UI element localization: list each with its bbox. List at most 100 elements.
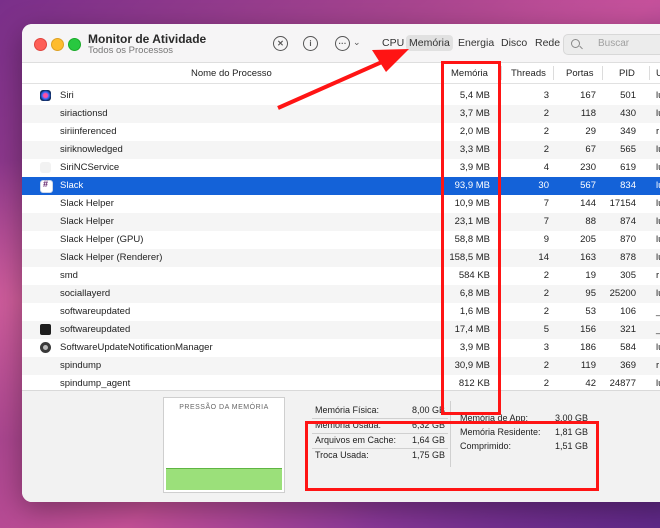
process-name: sociallayerd <box>60 288 111 299</box>
table-row[interactable]: Slack93,9 MB30567834lu <box>22 177 660 195</box>
process-user: r <box>656 360 660 371</box>
process-ports: 19 <box>585 270 596 281</box>
process-ports: 144 <box>580 198 596 209</box>
col-header-user[interactable]: U <box>656 68 660 79</box>
process-ports: 53 <box>585 306 596 317</box>
tab-memoria[interactable]: Memória <box>406 35 453 51</box>
process-threads: 4 <box>543 162 549 173</box>
process-pid: 349 <box>620 126 636 137</box>
table-row[interactable]: softwareupdated17,4 MB5156321_ <box>22 321 660 339</box>
process-threads: 2 <box>543 288 549 299</box>
process-user: lu <box>656 288 660 299</box>
stat-label: Memória Física: <box>315 405 380 415</box>
process-ports: 163 <box>580 252 596 263</box>
table-row[interactable]: spindump 30,9 MB 2 119 369 r <box>22 357 660 375</box>
col-header-name[interactable]: Nome do Processo <box>191 68 272 79</box>
column-divider[interactable] <box>602 66 603 80</box>
zoom-window-button[interactable] <box>68 38 81 51</box>
process-threads: 9 <box>543 234 549 245</box>
process-ports: 230 <box>580 162 596 173</box>
table-row[interactable]: siriinferenced 2,0 MB 2 29 349 r <box>22 123 660 141</box>
tab-rede[interactable]: Rede <box>535 37 560 49</box>
process-threads: 2 <box>543 108 549 119</box>
column-divider[interactable] <box>649 66 650 80</box>
table-row[interactable]: SiriNCService3,9 MB4230619lu <box>22 159 660 177</box>
process-table: Siri5,4 MB3167501lusiriactionsd3,7 MB211… <box>22 87 660 411</box>
table-row[interactable]: Siri5,4 MB3167501lu <box>22 87 660 105</box>
process-threads: 14 <box>538 252 549 263</box>
search-input[interactable]: Buscar <box>563 34 660 55</box>
process-threads: 2 <box>543 360 549 371</box>
process-ports: 205 <box>580 234 596 245</box>
process-threads: 2 <box>543 126 549 137</box>
process-pid: 106 <box>620 306 636 317</box>
tab-cpu[interactable]: CPU <box>382 37 404 49</box>
process-pid: 874 <box>620 216 636 227</box>
close-window-button[interactable] <box>34 38 47 51</box>
table-row[interactable]: SoftwareUpdateNotificationManager 3,9 MB 3… <box>22 339 660 357</box>
info-icon[interactable]: i <box>303 36 318 51</box>
process-pid: 501 <box>620 90 636 101</box>
column-divider[interactable] <box>553 66 554 80</box>
table-row[interactable]: softwareupdated1,6 MB253106_ <box>22 303 660 321</box>
search-icon <box>571 39 580 48</box>
table-row[interactable]: Slack Helper (GPU)58,8 MB9205870lu <box>22 231 660 249</box>
process-name: Slack Helper <box>60 216 114 227</box>
x-circle-icon[interactable]: ✕ <box>273 36 288 51</box>
process-name: siriknowledged <box>60 144 123 155</box>
table-row[interactable]: sociallayerd6,8 MB29525200lu <box>22 285 660 303</box>
stat-left-row: Memória Física: 8,00 GB <box>315 405 445 419</box>
memory-column-highlight <box>441 61 501 415</box>
process-ports: 29 <box>585 126 596 137</box>
column-divider[interactable] <box>501 66 502 80</box>
col-header-threads[interactable]: Threads <box>511 68 546 79</box>
process-name: siriinferenced <box>60 126 117 137</box>
process-name: Slack <box>60 180 84 191</box>
process-pid: 619 <box>620 162 636 173</box>
pressure-title: PRESSÃO DA MEMÓRIA <box>179 404 269 411</box>
col-header-pid[interactable]: PID <box>619 68 635 79</box>
process-user: r <box>656 126 660 137</box>
process-user: lu <box>656 108 660 119</box>
process-threads: 2 <box>543 378 549 389</box>
table-row[interactable]: Slack Helper10,9 MB714417154lu <box>22 195 660 213</box>
tab-energia[interactable]: Energia <box>458 37 494 49</box>
process-ports: 156 <box>580 324 596 335</box>
col-header-ports[interactable]: Portas <box>566 68 593 79</box>
process-user: lu <box>656 180 660 191</box>
tab-disco[interactable]: Disco <box>501 37 527 49</box>
table-row[interactable]: siriactionsd3,7 MB2118430lu <box>22 105 660 123</box>
process-user: r <box>656 270 660 281</box>
slack-icon <box>40 179 53 193</box>
table-row[interactable]: smd 584 KB 2 19 305 r <box>22 267 660 285</box>
process-pid: 369 <box>620 360 636 371</box>
memory-stats-highlight <box>305 421 599 491</box>
table-row[interactable]: Slack Helper (Renderer) 158,5 MB 14 163 878 l… <box>22 249 660 267</box>
process-pid: 24877 <box>609 378 636 389</box>
chevron-down-icon[interactable]: ⌄ <box>353 37 361 48</box>
process-user: _ <box>656 306 660 317</box>
process-name: Siri <box>60 90 74 101</box>
process-name: spindump <box>60 360 102 371</box>
titlebar: Monitor de Atividade Todos os Processos … <box>22 24 660 63</box>
process-pid: 870 <box>620 234 636 245</box>
process-name: spindump_agent <box>60 378 131 389</box>
app-title: Monitor de Atividade <box>88 32 207 46</box>
minimize-window-button[interactable] <box>51 38 64 51</box>
process-user: lu <box>656 90 660 101</box>
table-row[interactable]: Slack Helper23,1 MB788874lu <box>22 213 660 231</box>
process-ports: 95 <box>585 288 596 299</box>
process-threads: 7 <box>543 216 549 227</box>
process-name: SoftwareUpdateNotificationManager <box>60 342 213 353</box>
process-threads: 30 <box>538 180 549 191</box>
app-subtitle: Todos os Processos <box>88 45 174 56</box>
table-row[interactable]: siriknowledged3,3 MB267565lu <box>22 141 660 159</box>
stat-value: 8,00 GB <box>411 405 445 415</box>
process-pid: 834 <box>620 180 636 191</box>
ellipsis-circle-icon[interactable]: ··· <box>335 36 350 51</box>
process-user: lu <box>656 234 660 245</box>
process-pid: 305 <box>620 270 636 281</box>
process-user: lu <box>656 216 660 227</box>
process-threads: 3 <box>543 342 549 353</box>
process-pid: 17154 <box>609 198 636 209</box>
